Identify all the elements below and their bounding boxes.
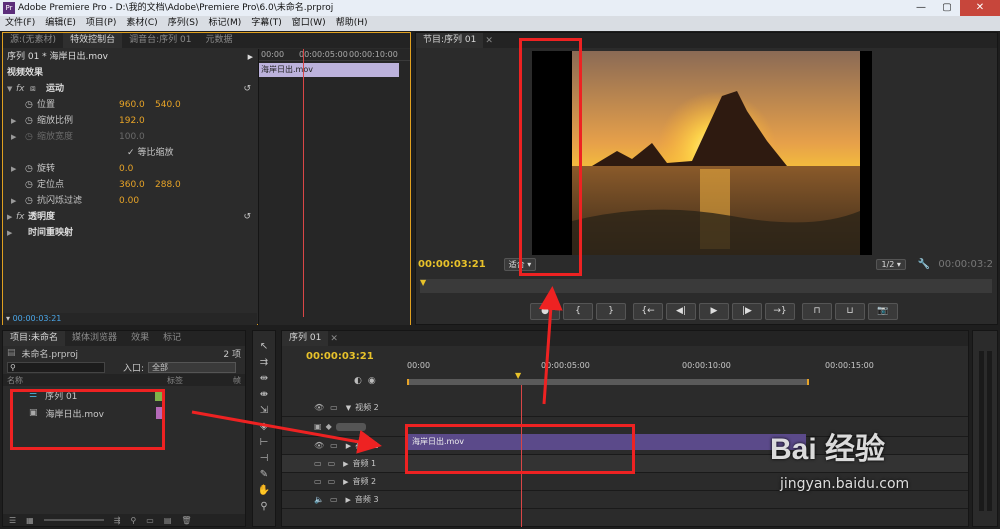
arrow-to-monitor	[538, 286, 563, 405]
watermark-brand: Bai 经验	[770, 433, 886, 466]
arrow-to-timeline	[191, 410, 382, 454]
watermark-url: jingyan.baidu.com	[780, 476, 910, 492]
baidu-watermark: Bai 经验 jingyan.baidu.com	[770, 424, 995, 514]
